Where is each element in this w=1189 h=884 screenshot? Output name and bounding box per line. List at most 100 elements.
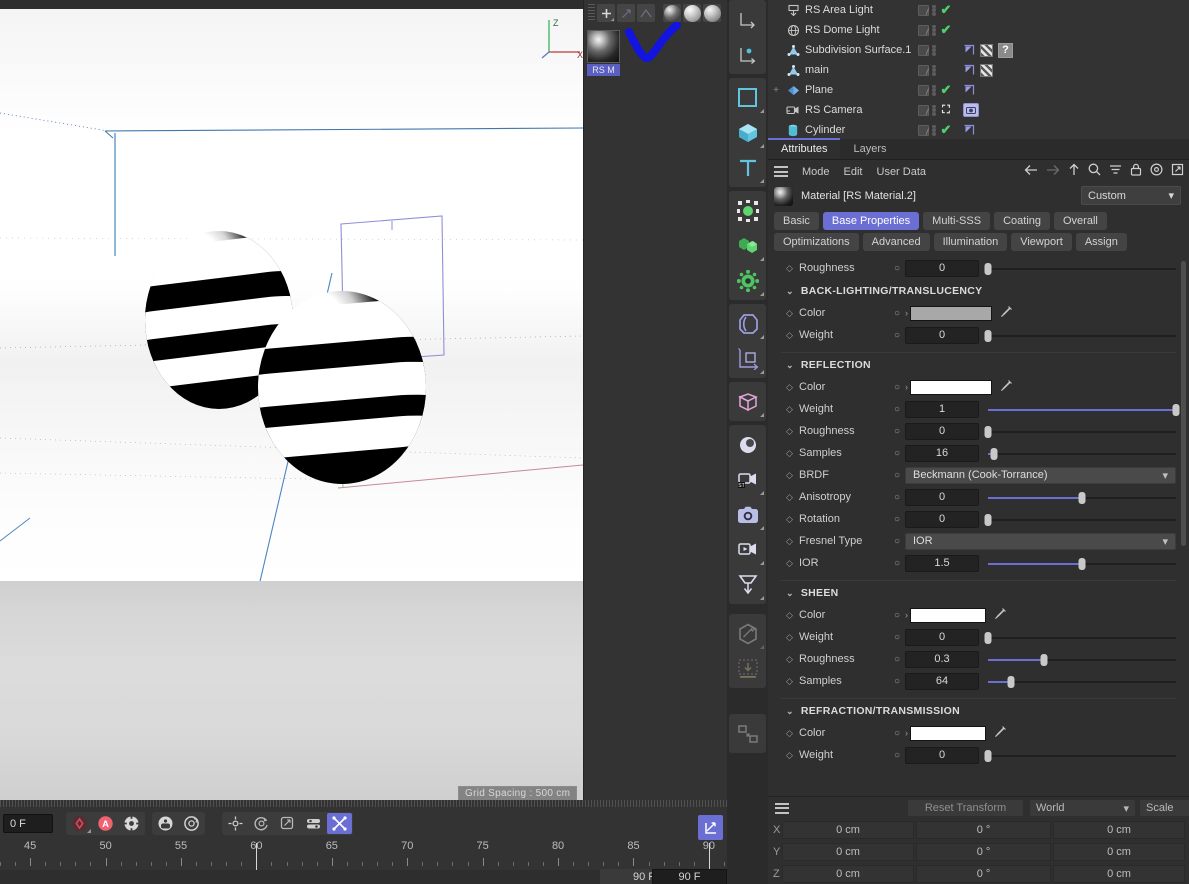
object-controls[interactable] [918,40,953,60]
section-header[interactable]: ⌄ REFRACTION/TRANSMISSION [768,699,1189,722]
autokey-icon[interactable]: A [93,813,118,834]
tab-coating[interactable]: Coating [994,212,1050,230]
document-end-frame[interactable]: 90 F [652,869,727,884]
keyframe-diamond-icon[interactable]: ◇ [786,728,799,739]
parameter-row[interactable]: ◇ Weight ○ 0 [768,324,1189,346]
expand-arrow-icon[interactable]: › [905,308,908,318]
apply-material-icon[interactable] [617,4,635,22]
slider-knob[interactable] [1007,675,1015,688]
visible-check-icon[interactable]: ✔ [939,82,953,98]
slider-knob[interactable] [990,447,998,460]
keyframe-diamond-icon[interactable]: ◇ [786,654,799,665]
parameter-keyframe-circle[interactable]: ○ [889,448,905,459]
coordinate-row[interactable]: Y0 cm 0 ° 0 cm [768,841,1189,863]
tab-assign[interactable]: Assign [1075,233,1127,251]
material-thumbnail[interactable] [587,30,620,63]
parameter-slider[interactable] [984,747,1176,764]
tab-illumination[interactable]: Illumination [933,233,1008,251]
material-tag-icon[interactable] [980,43,993,57]
object-row[interactable]: main [768,60,1189,80]
tab-optimizations[interactable]: Optimizations [774,233,859,251]
attribute-manager[interactable]: Attributes Layers Mode Edit User Data Ma… [768,138,1189,796]
tab-layers[interactable]: Layers [840,140,899,159]
unknown-tag-icon[interactable]: ? [998,42,1013,58]
null-object-icon[interactable] [729,193,766,228]
parameter-slider[interactable] [988,651,1176,668]
parameter-value-field[interactable]: 0 [905,510,979,528]
object-controls[interactable]: ✔ [918,120,953,140]
move-axis-icon[interactable] [223,813,248,834]
parameter-dropdown[interactable]: Beckmann (Cook-Torrance) ▾ [905,466,1176,484]
display-tag-icon[interactable] [963,84,975,96]
keyframe-diamond-icon[interactable]: ◇ [786,330,799,341]
xpresso-icon[interactable] [729,716,766,751]
visibility-dots[interactable] [932,84,936,96]
parameter-slider[interactable] [984,423,1176,440]
coordinate-row[interactable]: Z0 cm 0 ° 0 cm [768,863,1189,884]
object-enable-checkbox[interactable] [918,84,929,96]
parameter-keyframe-circle[interactable]: ○ [889,426,905,437]
parameter-row[interactable]: ◇ Color ○ › [768,604,1189,626]
parameter-dropdown[interactable]: IOR ▾ [905,532,1176,550]
parameter-slider[interactable] [988,673,1176,690]
object-controls[interactable]: ✔ [918,0,953,20]
scale-field[interactable]: 0 cm [1053,843,1185,861]
preset-dropdown[interactable]: Custom ▾ [1081,186,1181,205]
parameter-value-field[interactable]: 1.5 [905,554,979,572]
material-manager-toolbar[interactable] [584,2,728,24]
parameter-list[interactable]: ◇ Roughness ○ 0 ⌄ BACK-LIGHTING/TRANSLUCENCY ◇… [768,257,1189,796]
menu-user-data[interactable]: User Data [877,166,927,178]
object-manager[interactable]: RS Area Light ✔ RS Dome Light ✔ Subdivision … [768,0,1189,139]
tab-advanced[interactable]: Advanced [862,233,930,251]
camera-active-icon[interactable]: ⛶ [939,104,953,117]
animation-curve-icon[interactable] [698,815,723,840]
visibility-dots[interactable] [932,124,936,136]
parameter-value-field[interactable]: 0 [905,422,979,440]
coordinate-cube-icon[interactable] [729,341,766,376]
create-material-icon[interactable] [597,4,615,22]
import-material-icon[interactable] [637,4,655,22]
slider-knob[interactable] [984,631,992,644]
object-controls[interactable]: ✔ [918,20,953,40]
coordinate-mode-dropdown[interactable]: Scale ▾ [1140,800,1189,816]
coordinate-space-dropdown[interactable]: World ▾ [1030,800,1135,816]
viewport-3d-scene[interactable] [0,9,583,590]
keyframe-button-group[interactable]: A [66,812,145,835]
coordinate-rows[interactable]: X0 cm 0 ° 0 cm Y 0 cm 0 ° 0 cm Z 0 cm 0 ° 0 cm [768,819,1189,884]
expand-arrow-icon[interactable]: › [905,728,908,738]
keyframe-diamond-icon[interactable]: ◇ [786,676,799,687]
material-tag-icon[interactable] [980,63,993,77]
forward-arrow-icon[interactable] [1046,164,1060,176]
parameter-keyframe-circle[interactable]: ○ [889,263,905,274]
object-row[interactable]: + Plane ✔ [768,80,1189,100]
visibility-dots[interactable] [932,4,936,16]
object-controls[interactable]: ✔ [918,80,953,100]
keyframe-diamond-icon[interactable]: ◇ [786,610,799,621]
menu-edit[interactable]: Edit [844,166,863,178]
parameter-row[interactable]: ◇ Anisotropy ○ 0 [768,486,1189,508]
parameter-keyframe-circle[interactable]: ○ [889,492,905,503]
parameter-keyframe-circle[interactable]: ○ [889,330,905,341]
motion-camera-icon[interactable] [729,532,766,567]
cube-primitive-icon[interactable] [729,115,766,150]
parameter-keyframe-circle[interactable]: ○ [889,558,905,569]
parameter-keyframe-circle[interactable]: ○ [889,470,905,481]
parameter-row[interactable]: ◇ Color ○ › [768,722,1189,744]
attribute-menubar[interactable]: Mode Edit User Data [768,160,1189,183]
object-enable-checkbox[interactable] [918,104,929,116]
filter-icon[interactable] [1109,164,1122,175]
parameter-keyframe-circle[interactable]: ○ [889,404,905,415]
color-swatch[interactable] [910,725,986,741]
parameter-row[interactable]: ◇ Weight ○ 0 [768,626,1189,648]
keyframe-diamond-icon[interactable]: ◇ [786,404,799,415]
color-swatch[interactable] [910,379,992,395]
parameter-value-field[interactable]: 0 [905,628,979,646]
preview-sphere-3-icon[interactable] [703,4,721,22]
rotate-axis-icon[interactable] [249,813,274,834]
timeline-playhead[interactable] [256,843,258,873]
object-row[interactable]: Cylinder ✔ [768,120,1189,140]
coordinate-row[interactable]: X0 cm 0 ° 0 cm [768,819,1189,841]
section-header[interactable]: ⌄ BACK-LIGHTING/TRANSLUCENCY [768,279,1189,302]
slider-knob[interactable] [984,262,992,275]
panel-drag-handle[interactable] [588,4,595,22]
